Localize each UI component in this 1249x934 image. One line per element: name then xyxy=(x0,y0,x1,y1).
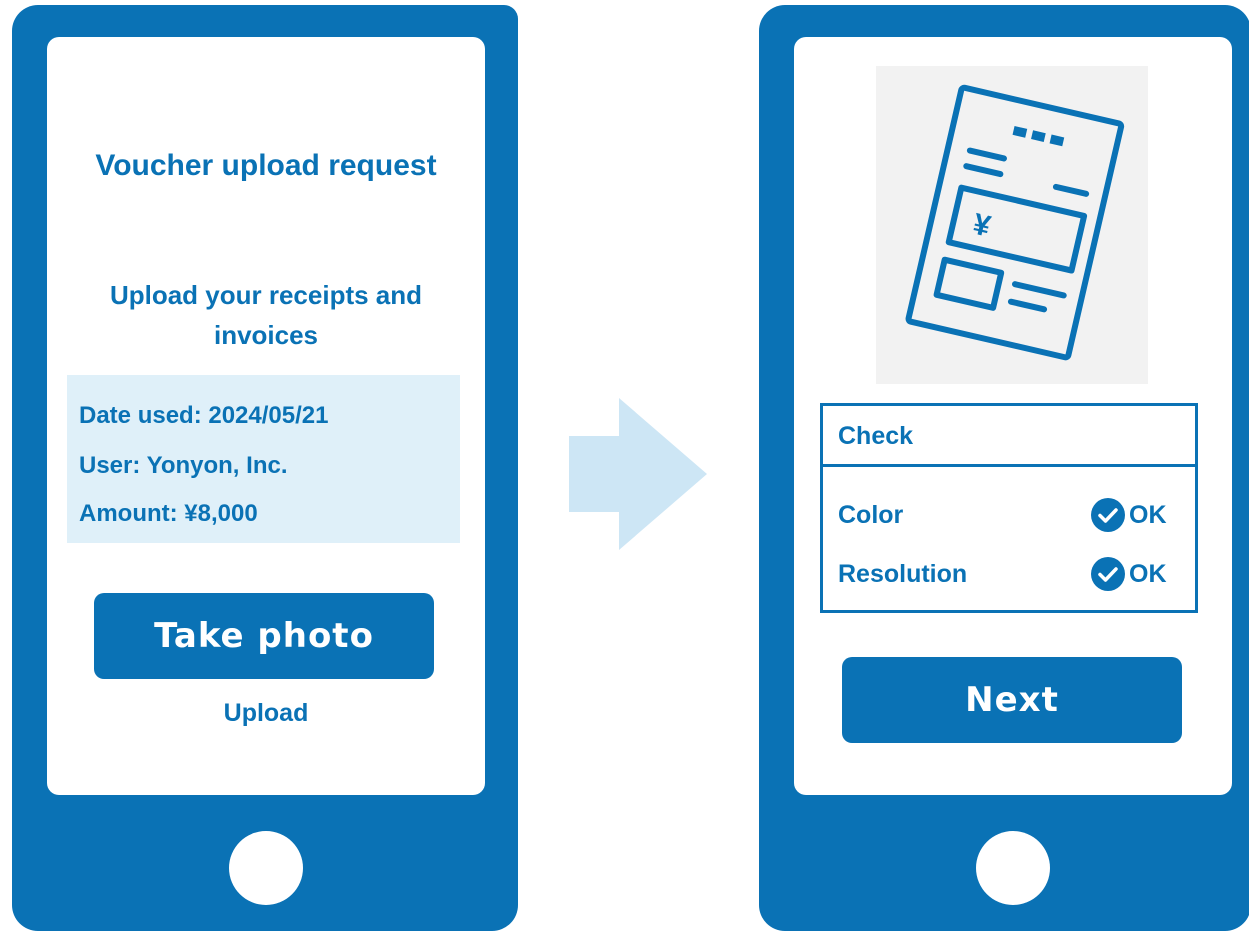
phone-upload-request: Voucher upload request Upload your recei… xyxy=(12,5,518,931)
date-used-text: Date used: 2024/05/21 xyxy=(79,402,329,429)
take-photo-button[interactable]: Take photo xyxy=(94,593,434,679)
upload-instructions: Upload your receipts and invoices xyxy=(109,280,423,350)
transaction-details: Date used: 2024/05/21 User: Yonyon, Inc.… xyxy=(67,375,460,543)
upload-request-screen: Voucher upload request Upload your recei… xyxy=(47,37,485,795)
check-row-color: Color OK xyxy=(823,495,1195,535)
phone-image-check: ¥ Check Color OK Resolution OK Next xyxy=(759,5,1249,931)
upload-link[interactable]: Upload xyxy=(47,699,485,728)
check-result: OK xyxy=(1129,559,1167,588)
page-title: Voucher upload request xyxy=(95,149,437,182)
check-title: Check xyxy=(838,422,914,450)
next-button[interactable]: Next xyxy=(842,657,1182,743)
check-header: Check xyxy=(823,406,1195,467)
home-button[interactable] xyxy=(229,831,303,905)
check-label: Resolution xyxy=(838,560,968,588)
receipt-currency-symbol: ¥ xyxy=(970,208,994,244)
image-check-screen: ¥ Check Color OK Resolution OK Next xyxy=(794,37,1232,795)
check-result: OK xyxy=(1129,500,1167,529)
check-status: OK xyxy=(1091,495,1167,535)
check-circle-icon xyxy=(1091,498,1125,532)
check-label: Color xyxy=(838,501,904,529)
amount-text: Amount: ¥8,000 xyxy=(79,500,258,527)
arrow-right-icon xyxy=(569,398,707,550)
check-circle-icon xyxy=(1091,557,1125,591)
user-text: User: Yonyon, Inc. xyxy=(79,452,288,479)
home-button[interactable] xyxy=(976,831,1050,905)
check-row-resolution: Resolution OK xyxy=(823,554,1195,594)
receipt-photo-preview: ¥ xyxy=(876,66,1148,384)
check-panel: Check Color OK Resolution OK xyxy=(820,403,1198,613)
check-status: OK xyxy=(1091,554,1167,594)
receipt-icon: ¥ xyxy=(905,84,1125,361)
